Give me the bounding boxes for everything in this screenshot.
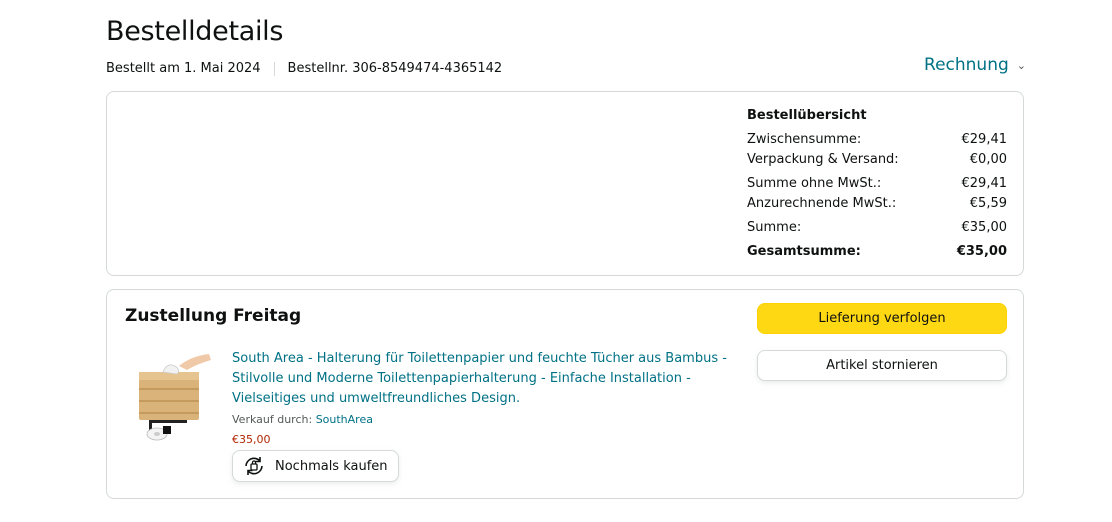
order-summary-box: Bestellübersicht Zwischensumme: €29,41 V… [106, 91, 1024, 276]
chevron-down-icon: ⌄ [1016, 58, 1026, 72]
cancel-item-button[interactable]: Artikel stornieren [757, 350, 1007, 381]
summary-value: €29,41 [961, 176, 1008, 191]
seller-link[interactable]: SouthArea [316, 413, 373, 426]
seller-prefix: Verkauf durch: [232, 413, 313, 426]
summary-row-net: Summe ohne MwSt.: €29,41 [747, 174, 1007, 194]
summary-row-grand-total: Gesamtsumme: €35,00 [747, 242, 1007, 262]
track-delivery-button[interactable]: Lieferung verfolgen [757, 303, 1007, 334]
product-image[interactable] [135, 348, 215, 444]
summary-label: Summe ohne MwSt.: [747, 176, 882, 191]
delivery-title: Zustellung Freitag [125, 306, 302, 326]
order-number: Bestellnr. 306-8549474-4365142 [287, 61, 503, 76]
summary-value: €5,59 [969, 196, 1007, 211]
rebuy-icon [245, 457, 263, 475]
summary-row-subtotal: Zwischensumme: €29,41 [747, 130, 1007, 150]
summary-value: €35,00 [956, 244, 1007, 259]
order-summary: Bestellübersicht Zwischensumme: €29,41 V… [747, 108, 1007, 262]
page-title: Bestelldetails [106, 16, 284, 47]
summary-row-sum: Summe: €35,00 [747, 218, 1007, 238]
seller-info: Verkauf durch: SouthArea [232, 413, 373, 426]
summary-row-shipping: Verpackung & Versand: €0,00 [747, 150, 1007, 170]
product-price: €35,00 [232, 433, 271, 446]
order-meta: Bestellt am 1. Mai 2024 Bestellnr. 306-8… [106, 61, 502, 76]
summary-label: Anzurechnende MwSt.: [747, 196, 897, 211]
meta-divider [273, 61, 275, 76]
summary-label: Verpackung & Versand: [747, 152, 899, 167]
summary-label: Gesamtsumme: [747, 244, 861, 259]
summary-heading: Bestellübersicht [747, 108, 867, 123]
summary-value: €35,00 [961, 220, 1008, 235]
order-date: Bestellt am 1. Mai 2024 [106, 61, 261, 76]
summary-value: €29,41 [961, 132, 1008, 147]
buy-again-label: Nochmals kaufen [275, 458, 388, 474]
summary-value: €0,00 [969, 152, 1007, 167]
invoice-dropdown[interactable]: Rechnung ⌄ [924, 55, 1026, 75]
product-title-link[interactable]: South Area - Halterung für Toilettenpapi… [232, 349, 732, 409]
summary-row-vat: Anzurechnende MwSt.: €5,59 [747, 194, 1007, 214]
summary-label: Summe: [747, 220, 802, 235]
summary-label: Zwischensumme: [747, 132, 862, 147]
invoice-label: Rechnung [924, 55, 1009, 75]
buy-again-button[interactable]: Nochmals kaufen [232, 450, 399, 482]
delivery-box: Zustellung Freitag Lieferung verfolgen A… [106, 289, 1024, 499]
